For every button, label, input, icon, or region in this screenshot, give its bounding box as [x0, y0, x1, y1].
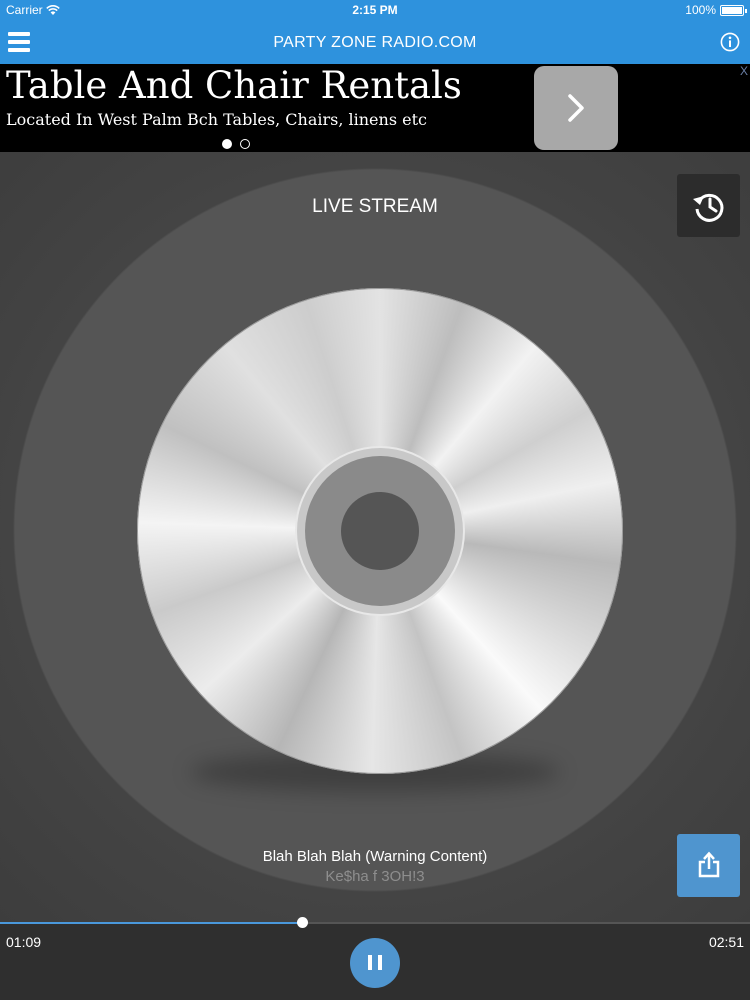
- ad-close-icon[interactable]: X: [740, 64, 748, 78]
- transport-controls: 01:09 02:51: [0, 917, 750, 1000]
- ad-headline: Table And Chair Rentals: [6, 64, 462, 107]
- progress-bar[interactable]: [0, 917, 750, 928]
- nav-bar: PARTY ZONE RADIO.COM: [0, 20, 750, 64]
- track-artist: Ke$ha f 3OH!3: [325, 868, 425, 885]
- progress-knob[interactable]: [297, 917, 309, 928]
- share-button[interactable]: [677, 834, 740, 897]
- status-bar: Carrier 2:15 PM 100%: [0, 0, 750, 20]
- share-icon: [698, 851, 720, 878]
- battery-icon: [720, 5, 747, 16]
- history-button[interactable]: [677, 174, 740, 237]
- track-title: Blah Blah Blah (Warning Content): [262, 848, 488, 865]
- progress-fill: [0, 922, 303, 924]
- app-title: PARTY ZONE RADIO.COM: [273, 34, 477, 51]
- history-icon: [693, 193, 724, 222]
- album-disc: [137, 288, 623, 774]
- ad-go-button[interactable]: [534, 66, 618, 150]
- ad-subline: Located In West Palm Bch Tables, Chairs,…: [6, 110, 427, 129]
- stream-label: LIVE STREAM: [312, 196, 438, 217]
- elapsed-time: 01:09: [6, 934, 42, 950]
- total-duration: 02:51: [708, 934, 744, 950]
- info-icon[interactable]: [720, 32, 740, 52]
- chevron-right-icon: [568, 94, 584, 122]
- player-area: LIVE STREAM Blah Blah Blah (Warning Cont…: [0, 152, 750, 922]
- page-dot-active: [222, 139, 232, 149]
- page-dot: [240, 139, 250, 149]
- ad-banner[interactable]: Table And Chair Rentals Located In West …: [0, 64, 750, 152]
- pause-button[interactable]: [350, 938, 400, 988]
- clock: 2:15 PM: [352, 3, 398, 17]
- battery-percent: 100%: [685, 3, 716, 17]
